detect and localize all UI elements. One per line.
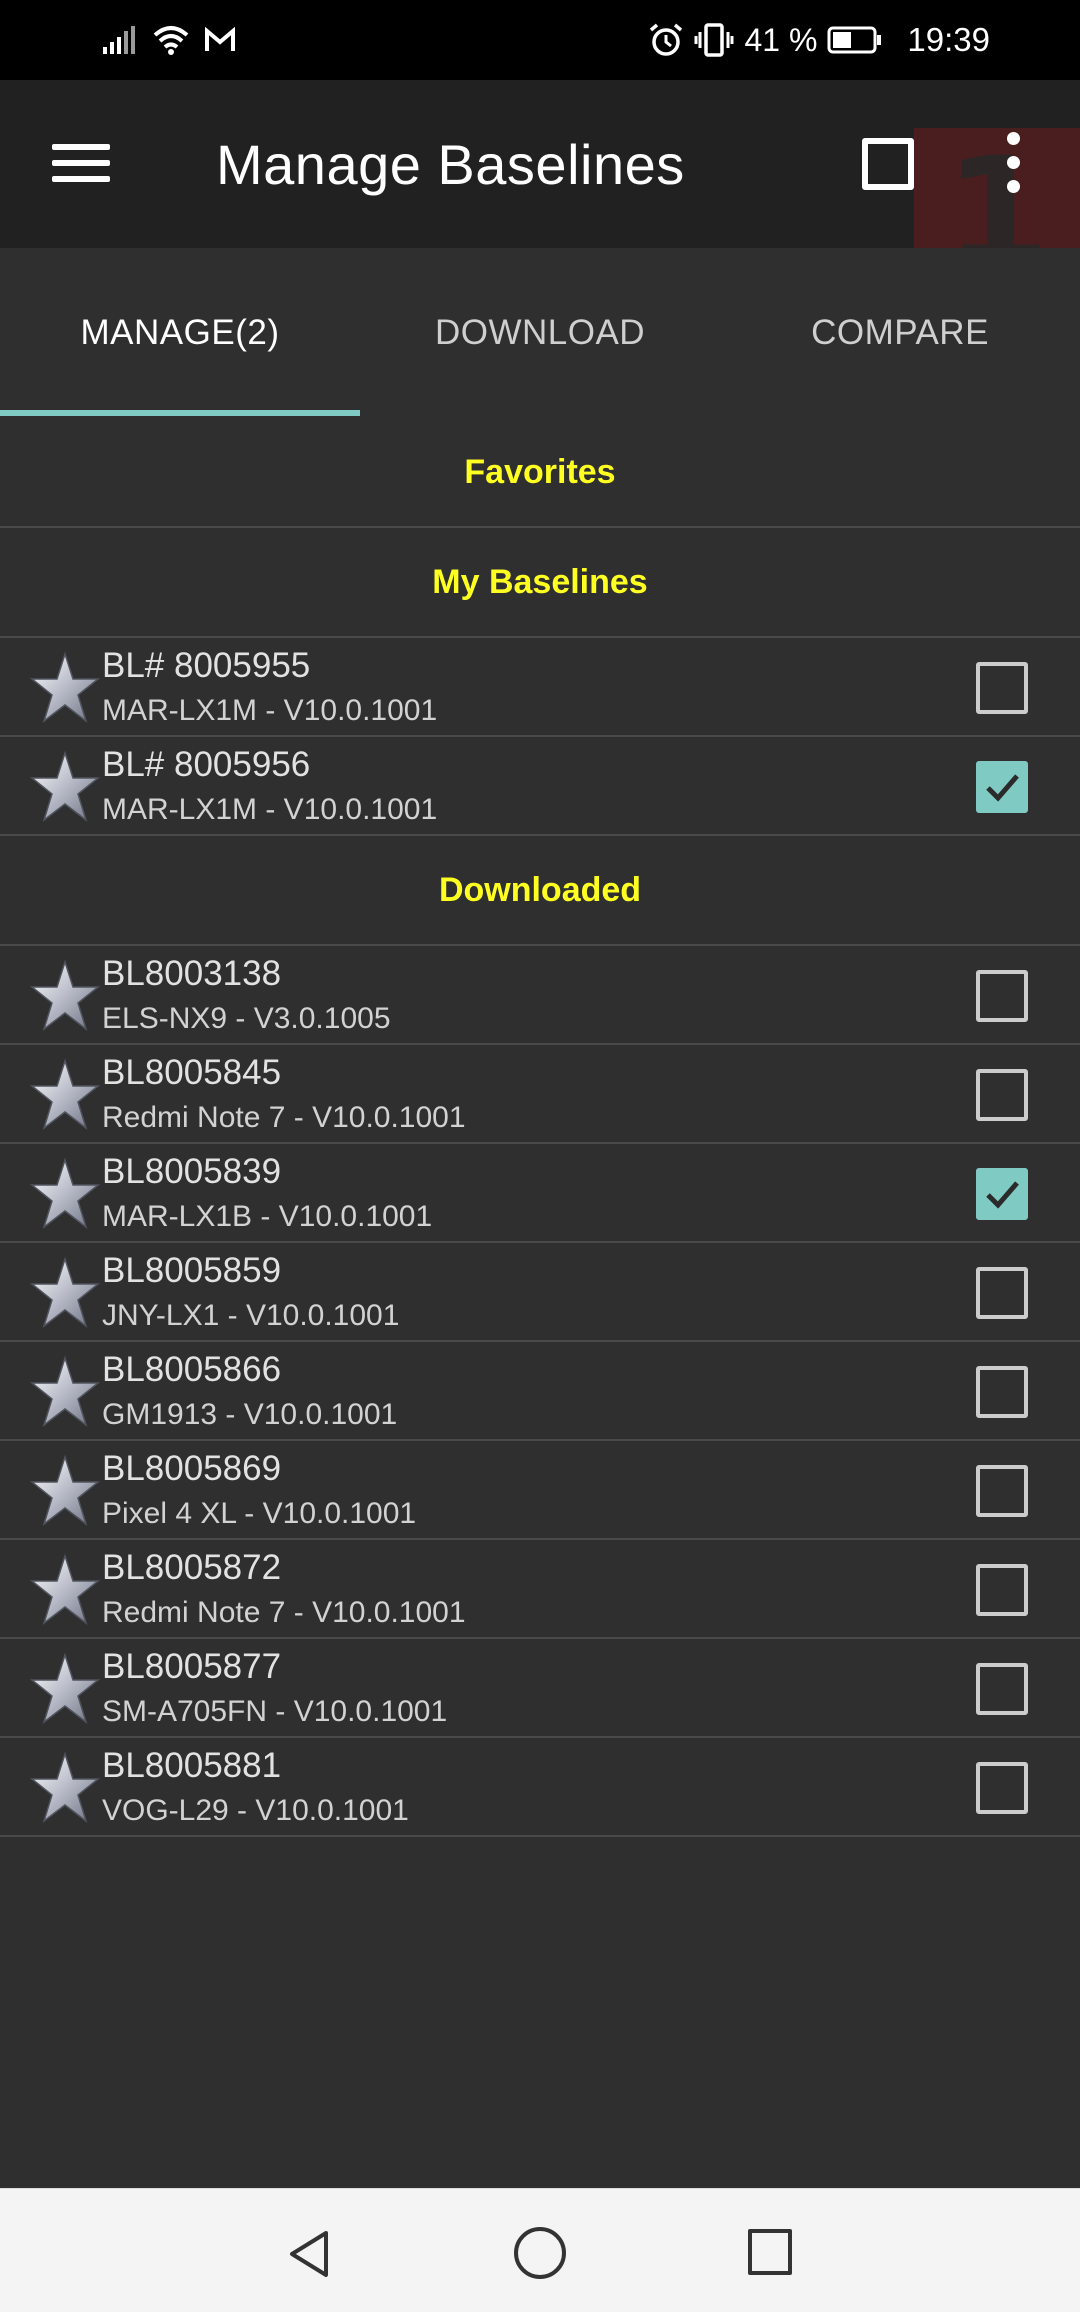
star-icon[interactable] bbox=[29, 959, 101, 1033]
baseline-title: BL8005877 bbox=[102, 1647, 282, 1686]
baseline-row[interactable]: BL# 8005955 MAR-LX1M - V10.0.1001 bbox=[0, 638, 1080, 737]
star-icon[interactable] bbox=[29, 651, 101, 725]
checkbox-checked[interactable] bbox=[976, 1168, 1028, 1220]
baseline-row[interactable]: BL8005839 MAR-LX1B - V10.0.1001 bbox=[0, 1144, 1080, 1243]
baseline-subtitle: ELS-NX9 - V3.0.1005 bbox=[102, 1002, 391, 1035]
baseline-title: BL8005872 bbox=[102, 1548, 282, 1587]
checkbox[interactable] bbox=[976, 1069, 1028, 1121]
baseline-list: Favorites My Baselines BL# 8005955 MAR-LX… bbox=[0, 418, 1080, 1837]
baseline-subtitle: Redmi Note 7 - V10.0.1001 bbox=[102, 1101, 466, 1134]
baseline-row[interactable]: BL8005881 VOG-L29 - V10.0.1001 bbox=[0, 1738, 1080, 1837]
checkbox[interactable] bbox=[976, 1564, 1028, 1616]
section-header-favorites[interactable]: Favorites bbox=[0, 418, 1080, 528]
gmail-icon bbox=[205, 27, 235, 51]
my-baselines-list: BL# 8005955 MAR-LX1M - V10.0.1001 BL# 8005… bbox=[0, 638, 1080, 836]
star-icon[interactable] bbox=[29, 1751, 101, 1825]
battery-percent: 41 % bbox=[744, 21, 818, 58]
home-icon[interactable] bbox=[514, 2227, 566, 2279]
back-icon[interactable] bbox=[286, 2229, 332, 2279]
tab-download[interactable]: DOWNLOAD bbox=[360, 248, 720, 418]
baseline-row[interactable]: BL8005877 SM-A705FN - V10.0.1001 bbox=[0, 1639, 1080, 1738]
navigation-bar bbox=[0, 2188, 1080, 2312]
star-icon[interactable] bbox=[29, 1355, 101, 1429]
baseline-title: BL8005839 bbox=[102, 1152, 282, 1191]
star-icon[interactable] bbox=[29, 1553, 101, 1627]
page-title: Manage Baselines bbox=[216, 133, 685, 196]
status-bar: 41 % 19:39 bbox=[0, 0, 1080, 80]
star-icon[interactable] bbox=[29, 750, 101, 824]
baseline-title: BL8005881 bbox=[102, 1746, 282, 1785]
section-header-my-baselines[interactable]: My Baselines bbox=[0, 528, 1080, 638]
section-header-downloaded[interactable]: Downloaded bbox=[0, 836, 1080, 946]
baseline-subtitle: SM-A705FN - V10.0.1001 bbox=[102, 1695, 448, 1728]
star-icon[interactable] bbox=[29, 1157, 101, 1231]
alarm-icon bbox=[650, 23, 683, 56]
baseline-subtitle: VOG-L29 - V10.0.1001 bbox=[102, 1794, 409, 1827]
checkbox[interactable] bbox=[976, 1663, 1028, 1715]
baseline-row[interactable]: BL8005869 Pixel 4 XL - V10.0.1001 bbox=[0, 1441, 1080, 1540]
downloaded-list: BL8003138 ELS-NX9 - V3.0.1005 BL8005845 Red… bbox=[0, 946, 1080, 1837]
baseline-row[interactable]: BL# 8005956 MAR-LX1M - V10.0.1001 bbox=[0, 737, 1080, 836]
baseline-subtitle: Pixel 4 XL - V10.0.1001 bbox=[102, 1497, 417, 1530]
baseline-title: BL8003138 bbox=[102, 954, 282, 993]
status-left bbox=[102, 20, 236, 60]
star-icon[interactable] bbox=[29, 1256, 101, 1330]
tab-indicator bbox=[0, 410, 360, 416]
menu-icon[interactable] bbox=[52, 138, 114, 186]
baseline-row[interactable]: BL8005872 Redmi Note 7 - V10.0.1001 bbox=[0, 1540, 1080, 1639]
vibrate-icon bbox=[694, 23, 734, 57]
checkbox-checked[interactable] bbox=[976, 761, 1028, 813]
baseline-title: BL8005866 bbox=[102, 1350, 282, 1389]
baseline-title: BL# 8005955 bbox=[102, 646, 311, 685]
baseline-subtitle: GM1913 - V10.0.1001 bbox=[102, 1398, 398, 1431]
star-icon[interactable] bbox=[29, 1058, 101, 1132]
baseline-subtitle: MAR-LX1M - V10.0.1001 bbox=[102, 793, 438, 826]
checkbox[interactable] bbox=[976, 1267, 1028, 1319]
status-right: 41 % 19:39 bbox=[648, 16, 990, 64]
clock: 19:39 bbox=[907, 21, 990, 58]
signal-icon bbox=[103, 26, 135, 54]
recents-icon[interactable] bbox=[748, 2229, 792, 2275]
baseline-subtitle: Redmi Note 7 - V10.0.1001 bbox=[102, 1596, 466, 1629]
tab-bar: MANAGE(2) DOWNLOAD COMPARE bbox=[0, 248, 1080, 418]
wifi-icon bbox=[153, 26, 189, 55]
baseline-subtitle: MAR-LX1M - V10.0.1001 bbox=[102, 694, 438, 727]
checkbox[interactable] bbox=[976, 1366, 1028, 1418]
tab-compare[interactable]: COMPARE bbox=[720, 248, 1080, 418]
baseline-title: BL8005845 bbox=[102, 1053, 282, 1092]
baseline-title: BL8005859 bbox=[102, 1251, 282, 1290]
checkbox[interactable] bbox=[976, 1762, 1028, 1814]
checkbox[interactable] bbox=[976, 1465, 1028, 1517]
baseline-title: BL# 8005956 bbox=[102, 745, 311, 784]
star-icon[interactable] bbox=[29, 1652, 101, 1726]
baseline-row[interactable]: BL8005866 GM1913 - V10.0.1001 bbox=[0, 1342, 1080, 1441]
checkbox[interactable] bbox=[976, 662, 1028, 714]
baseline-row[interactable]: BL8005859 JNY-LX1 - V10.0.1001 bbox=[0, 1243, 1080, 1342]
app-bar: Manage Baselines 1 bbox=[0, 80, 1080, 298]
baseline-subtitle: JNY-LX1 - V10.0.1001 bbox=[102, 1299, 400, 1332]
star-icon[interactable] bbox=[29, 1454, 101, 1528]
checkbox[interactable] bbox=[976, 970, 1028, 1022]
baseline-row[interactable]: BL8005845 Redmi Note 7 - V10.0.1001 bbox=[0, 1045, 1080, 1144]
baseline-subtitle: MAR-LX1B - V10.0.1001 bbox=[102, 1200, 433, 1233]
baseline-title: BL8005869 bbox=[102, 1449, 282, 1488]
more-vert-icon[interactable] bbox=[996, 130, 1032, 196]
battery-icon bbox=[827, 26, 882, 54]
tab-manage[interactable]: MANAGE(2) bbox=[0, 248, 360, 418]
select-all-checkbox-icon[interactable] bbox=[862, 138, 914, 190]
baseline-row[interactable]: BL8003138 ELS-NX9 - V3.0.1005 bbox=[0, 946, 1080, 1045]
